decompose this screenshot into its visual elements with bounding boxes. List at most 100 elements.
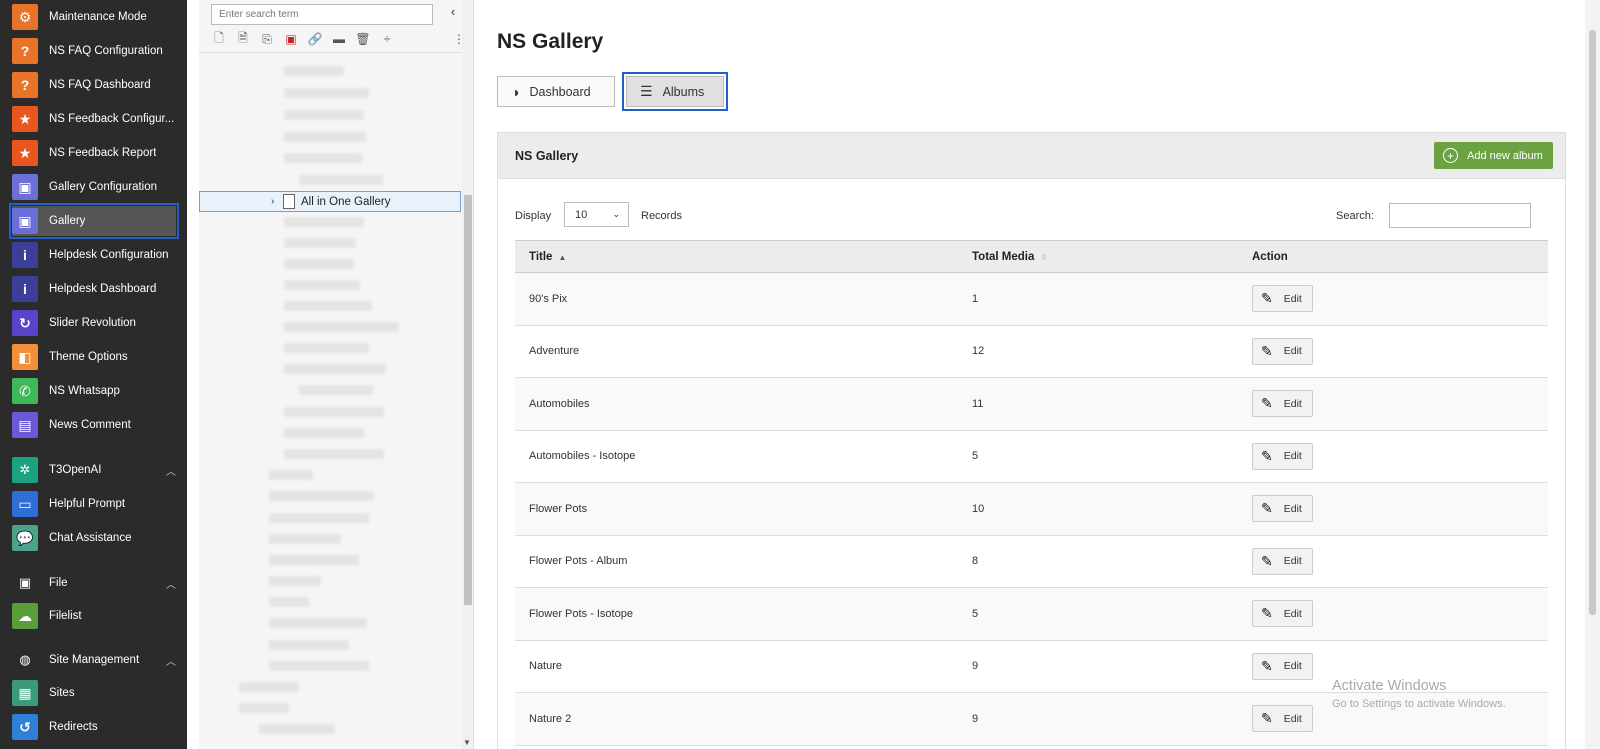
table-search-input[interactable]	[1389, 203, 1531, 228]
watermark-line2: Go to Settings to activate Windows.	[1332, 698, 1506, 710]
column-label: Title	[529, 250, 553, 263]
menu-group-file[interactable]: ▣ File ︿	[12, 570, 176, 596]
menu-item-helpful-prompt[interactable]: ▭ Helpful Prompt	[12, 489, 176, 519]
menu-item-sites[interactable]: ▦ Sites	[12, 678, 176, 708]
chevron-up-icon[interactable]: ︿	[164, 576, 176, 591]
menu-item-label: Helpdesk Dashboard	[49, 283, 157, 295]
chat-icon: 💬	[12, 525, 38, 551]
edit-label: Edit	[1283, 502, 1302, 515]
edit-label: Edit	[1283, 712, 1302, 725]
tree-node-blurred	[269, 513, 369, 523]
menu-item-label: NS FAQ Dashboard	[49, 79, 151, 91]
tab-dashboard[interactable]: ◑ Dashboard	[497, 76, 615, 107]
edit-button[interactable]: ✎ Edit	[1252, 652, 1313, 680]
scroll-down-arrow-icon[interactable]: ▼	[463, 738, 471, 747]
tree-node-blurred	[284, 153, 362, 163]
tree-node-selected[interactable]: › All in One Gallery	[199, 191, 461, 212]
menu-item-gallery-configuration[interactable]: ▣ Gallery Configuration	[12, 172, 176, 202]
menu-item-helpdesk-configuration[interactable]: i Helpdesk Configuration	[12, 240, 176, 270]
column-header-title[interactable]: Title ▲	[515, 240, 958, 273]
menu-item-ns-faq-configuration[interactable]: ? NS FAQ Configuration	[12, 36, 176, 66]
app-window: ⚙ Maintenance Mode ? NS FAQ Configuratio…	[0, 0, 1600, 749]
divider-icon[interactable]: ÷	[377, 30, 397, 48]
tree-node-blurred	[259, 724, 335, 734]
tree-node-blurred	[284, 449, 384, 459]
edit-button[interactable]: ✎ Edit	[1252, 337, 1313, 365]
tree-node-blurred	[284, 66, 344, 76]
watermark-line1: Activate Windows	[1332, 678, 1447, 694]
tab-albums[interactable]: ☰ Albums	[622, 72, 728, 111]
tree-node-blurred	[284, 322, 399, 332]
tree-node-blurred	[269, 491, 374, 501]
menu-item-filelist[interactable]: ☁ Filelist	[12, 601, 176, 631]
edit-button[interactable]: ✎ Edit	[1252, 547, 1313, 575]
chevron-up-icon[interactable]: ︿	[164, 653, 176, 668]
menu-item-ns-feedback-configuration[interactable]: ★ NS Feedback Configur...	[12, 104, 176, 134]
new-page-icon[interactable]: 🗋	[209, 30, 229, 48]
total-media-cell: 11	[958, 377, 1238, 431]
scrollbar-thumb[interactable]	[464, 195, 472, 605]
menu-item-label: Redirects	[49, 721, 98, 733]
albums-table: Title ▲ Total Media ⇳ Action 90's Pix 1 ✎ Edi…	[515, 240, 1548, 746]
expand-arrow-icon[interactable]: ›	[271, 196, 274, 207]
menu-item-ns-faq-dashboard[interactable]: ? NS FAQ Dashboard	[12, 70, 176, 100]
page-error-icon[interactable]: ▣	[281, 30, 301, 48]
menu-item-label: Chat Assistance	[49, 532, 132, 544]
page-link-icon[interactable]: ⎘	[257, 30, 277, 48]
tree-scrollbar[interactable]: ▼	[462, 0, 473, 749]
tree-node-blurred	[284, 259, 354, 269]
menu-group-t3openai[interactable]: ✲ T3OpenAI ︿	[12, 457, 176, 483]
column-header-total-media[interactable]: Total Media ⇳	[958, 240, 1238, 273]
main-scrollbar[interactable]	[1585, 0, 1600, 749]
scrollbar-thumb[interactable]	[1589, 30, 1596, 615]
edit-button[interactable]: ✎ Edit	[1252, 442, 1313, 470]
edit-button[interactable]: ✎ Edit	[1252, 285, 1313, 313]
menu-item-maintenance-mode[interactable]: ⚙ Maintenance Mode	[12, 2, 176, 32]
album-title-cell: Flower Pots - Isotope	[515, 587, 958, 641]
album-title-cell: 90's Pix	[515, 272, 958, 326]
pencil-icon: ✎	[1261, 342, 1273, 359]
edit-button[interactable]: ✎ Edit	[1252, 390, 1313, 418]
add-new-album-button[interactable]: + Add new album	[1434, 142, 1553, 169]
table-row: Flower Pots 10 ✎ Edit	[515, 482, 1548, 536]
redirect-icon: ↺	[12, 714, 38, 740]
tree-node-blurred	[269, 470, 313, 480]
tree-node-blurred	[269, 576, 321, 586]
globe-icon: ◍	[19, 652, 31, 667]
menu-item-redirects[interactable]: ↺ Redirects	[12, 712, 176, 742]
chevron-up-icon[interactable]: ︿	[164, 463, 176, 478]
menu-item-label: Gallery	[49, 215, 86, 227]
add-new-album-label: Add new album	[1467, 149, 1543, 162]
tree-search-input[interactable]	[211, 4, 433, 25]
menu-item-theme-options[interactable]: ◧ Theme Options	[12, 342, 176, 372]
menu-item-ns-whatsapp[interactable]: ✆ NS Whatsapp	[12, 376, 176, 406]
collapse-tree-icon[interactable]: ‹	[445, 4, 461, 22]
link-icon[interactable]: 🔗	[305, 30, 325, 48]
star-icon: ★	[12, 140, 38, 166]
tree-node-blurred	[269, 661, 369, 671]
table-body: 90's Pix 1 ✎ Edit Adventure 12 ✎ Edit Automobile…	[515, 272, 1548, 746]
edit-button[interactable]: ✎ Edit	[1252, 495, 1313, 523]
pencil-icon: ✎	[1261, 447, 1273, 464]
menu-item-slider-revolution[interactable]: ↻ Slider Revolution	[12, 308, 176, 338]
page-shortcut-icon[interactable]: 🗎	[233, 30, 253, 48]
menu-item-chat-assistance[interactable]: 💬 Chat Assistance	[12, 523, 176, 553]
edit-button[interactable]: ✎ Edit	[1252, 600, 1313, 628]
module-menu: ⚙ Maintenance Mode ? NS FAQ Configuratio…	[0, 0, 187, 749]
column-label: Action	[1252, 250, 1288, 263]
folder-icon[interactable]: ▬	[329, 30, 349, 48]
star-icon: ★	[12, 106, 38, 132]
menu-group-site-management[interactable]: ◍ Site Management ︿	[12, 647, 176, 673]
sites-icon: ▦	[12, 680, 38, 706]
edit-button[interactable]: ✎ Edit	[1252, 705, 1313, 733]
records-label: Records	[641, 210, 682, 222]
menu-item-helpdesk-dashboard[interactable]: i Helpdesk Dashboard	[12, 274, 176, 304]
records-per-page-select[interactable]: 10 ⌄	[564, 202, 629, 227]
menu-item-label: Helpdesk Configuration	[49, 249, 169, 261]
menu-item-ns-feedback-report[interactable]: ★ NS Feedback Report	[12, 138, 176, 168]
tree-node-blurred	[239, 703, 289, 713]
menu-item-gallery[interactable]: ▣ Gallery	[9, 203, 179, 239]
menu-item-news-comment[interactable]: ▤ News Comment	[12, 410, 176, 440]
menu-item-label: Slider Revolution	[49, 317, 136, 329]
trash-icon[interactable]: 🗑	[353, 30, 373, 48]
